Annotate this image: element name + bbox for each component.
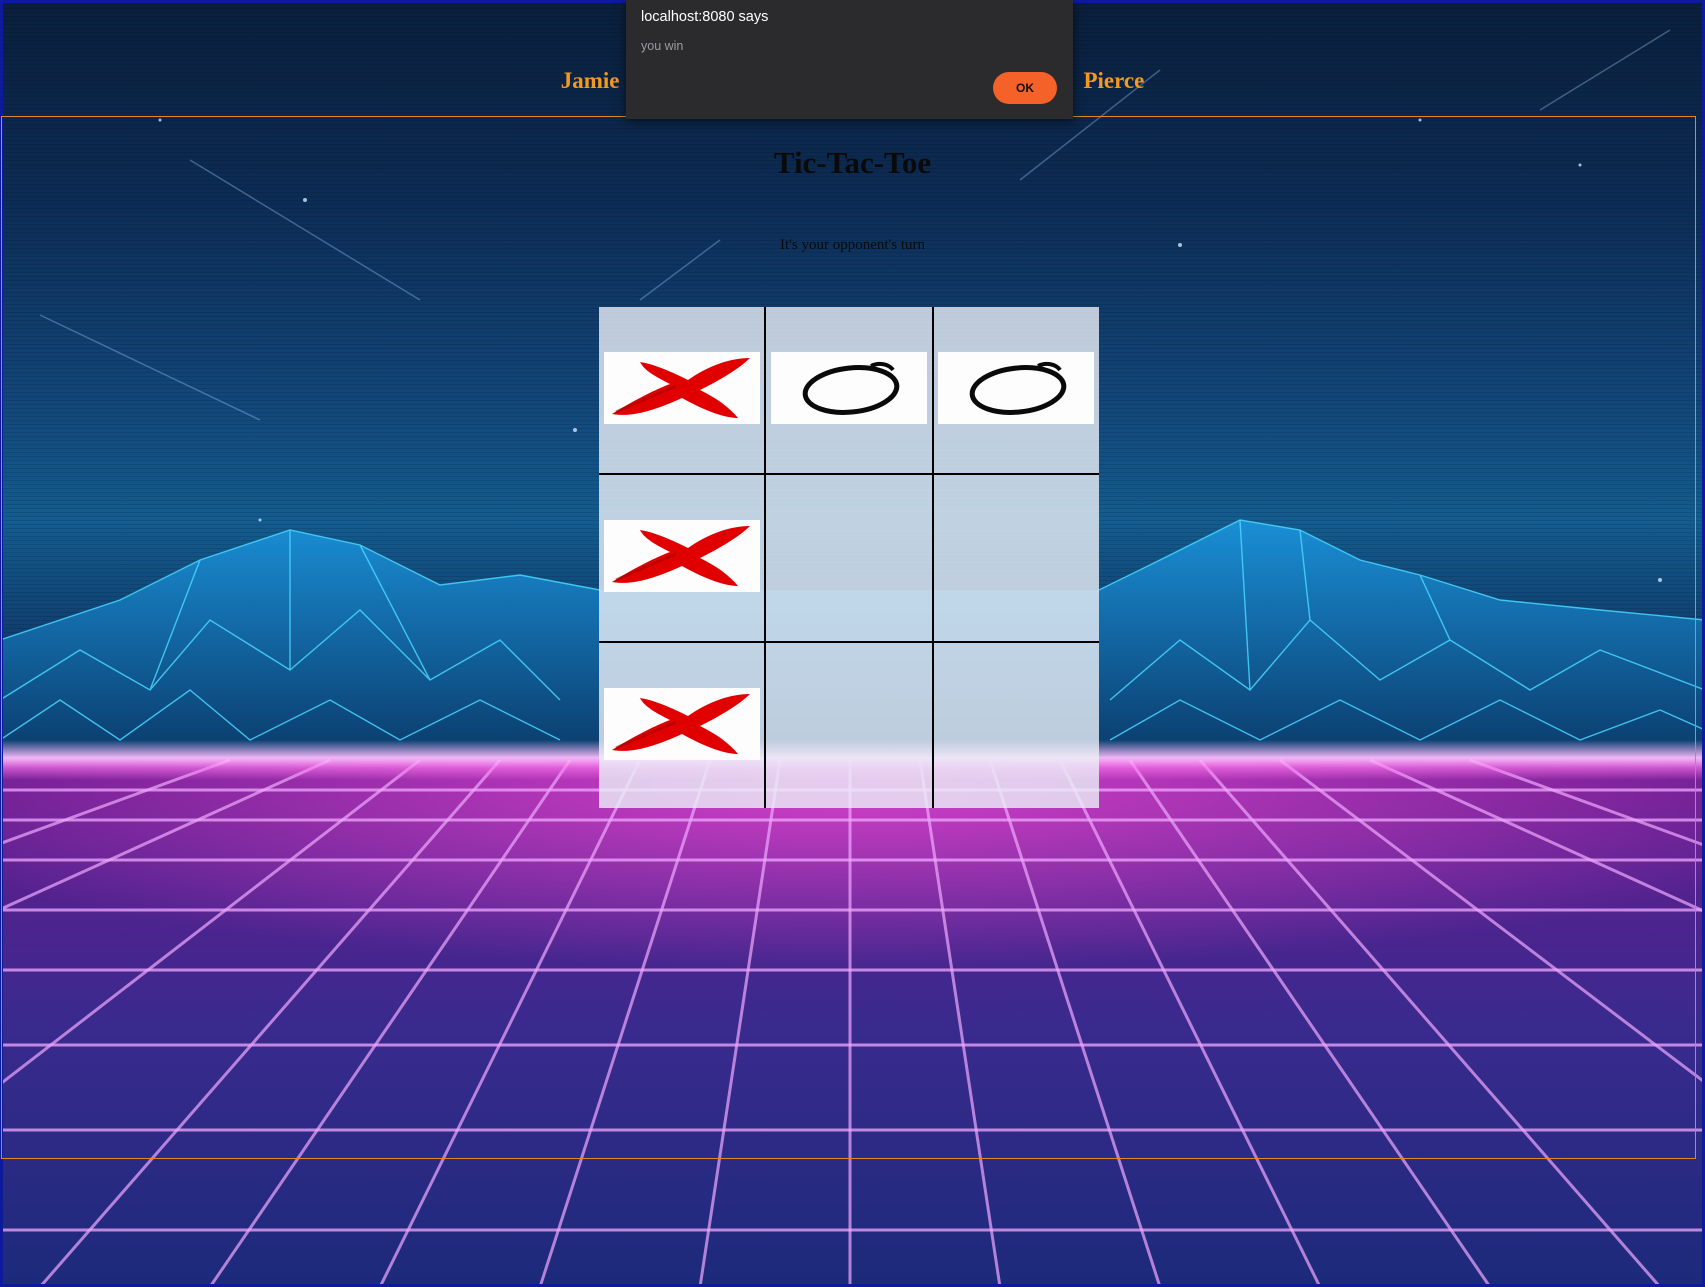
board-cell-2-2[interactable] bbox=[933, 643, 1099, 810]
board-grid-line bbox=[764, 307, 766, 808]
cell-mark bbox=[771, 352, 927, 424]
x-mark-icon bbox=[612, 358, 750, 418]
alert-message: you win bbox=[641, 39, 684, 53]
x-mark-icon bbox=[612, 694, 750, 754]
o-mark-icon bbox=[969, 361, 1067, 415]
board-grid-line bbox=[599, 473, 1099, 475]
board-cell-2-1[interactable] bbox=[766, 643, 932, 810]
board-cell-2-0[interactable] bbox=[599, 643, 765, 810]
board-cell-0-0[interactable] bbox=[599, 307, 765, 474]
cell-mark bbox=[938, 352, 1094, 424]
board-cell-0-1[interactable] bbox=[766, 307, 932, 474]
o-mark-icon bbox=[802, 361, 900, 415]
board-grid-line bbox=[932, 307, 934, 808]
page-title: Tic-Tac-Toe bbox=[773, 145, 932, 180]
ok-button[interactable]: OK bbox=[993, 72, 1057, 104]
cell-mark bbox=[604, 688, 760, 760]
cell-mark bbox=[604, 352, 760, 424]
x-mark-icon bbox=[612, 526, 750, 586]
alert-dialog: localhost:8080 says you win OK bbox=[626, 0, 1073, 119]
board-cell-0-2[interactable] bbox=[933, 307, 1099, 474]
player-right-name: Pierce bbox=[1083, 68, 1145, 93]
cell-mark bbox=[604, 520, 760, 592]
board-cell-1-2[interactable] bbox=[933, 475, 1099, 642]
board-cell-1-0[interactable] bbox=[599, 475, 765, 642]
player-left-name: Jamie bbox=[560, 68, 620, 93]
board-grid-line bbox=[599, 641, 1099, 643]
board-cell-1-1[interactable] bbox=[766, 475, 932, 642]
game-board bbox=[599, 307, 1099, 808]
alert-title: localhost:8080 says bbox=[641, 9, 769, 25]
turn-status: It's your opponent's turn bbox=[780, 237, 925, 253]
